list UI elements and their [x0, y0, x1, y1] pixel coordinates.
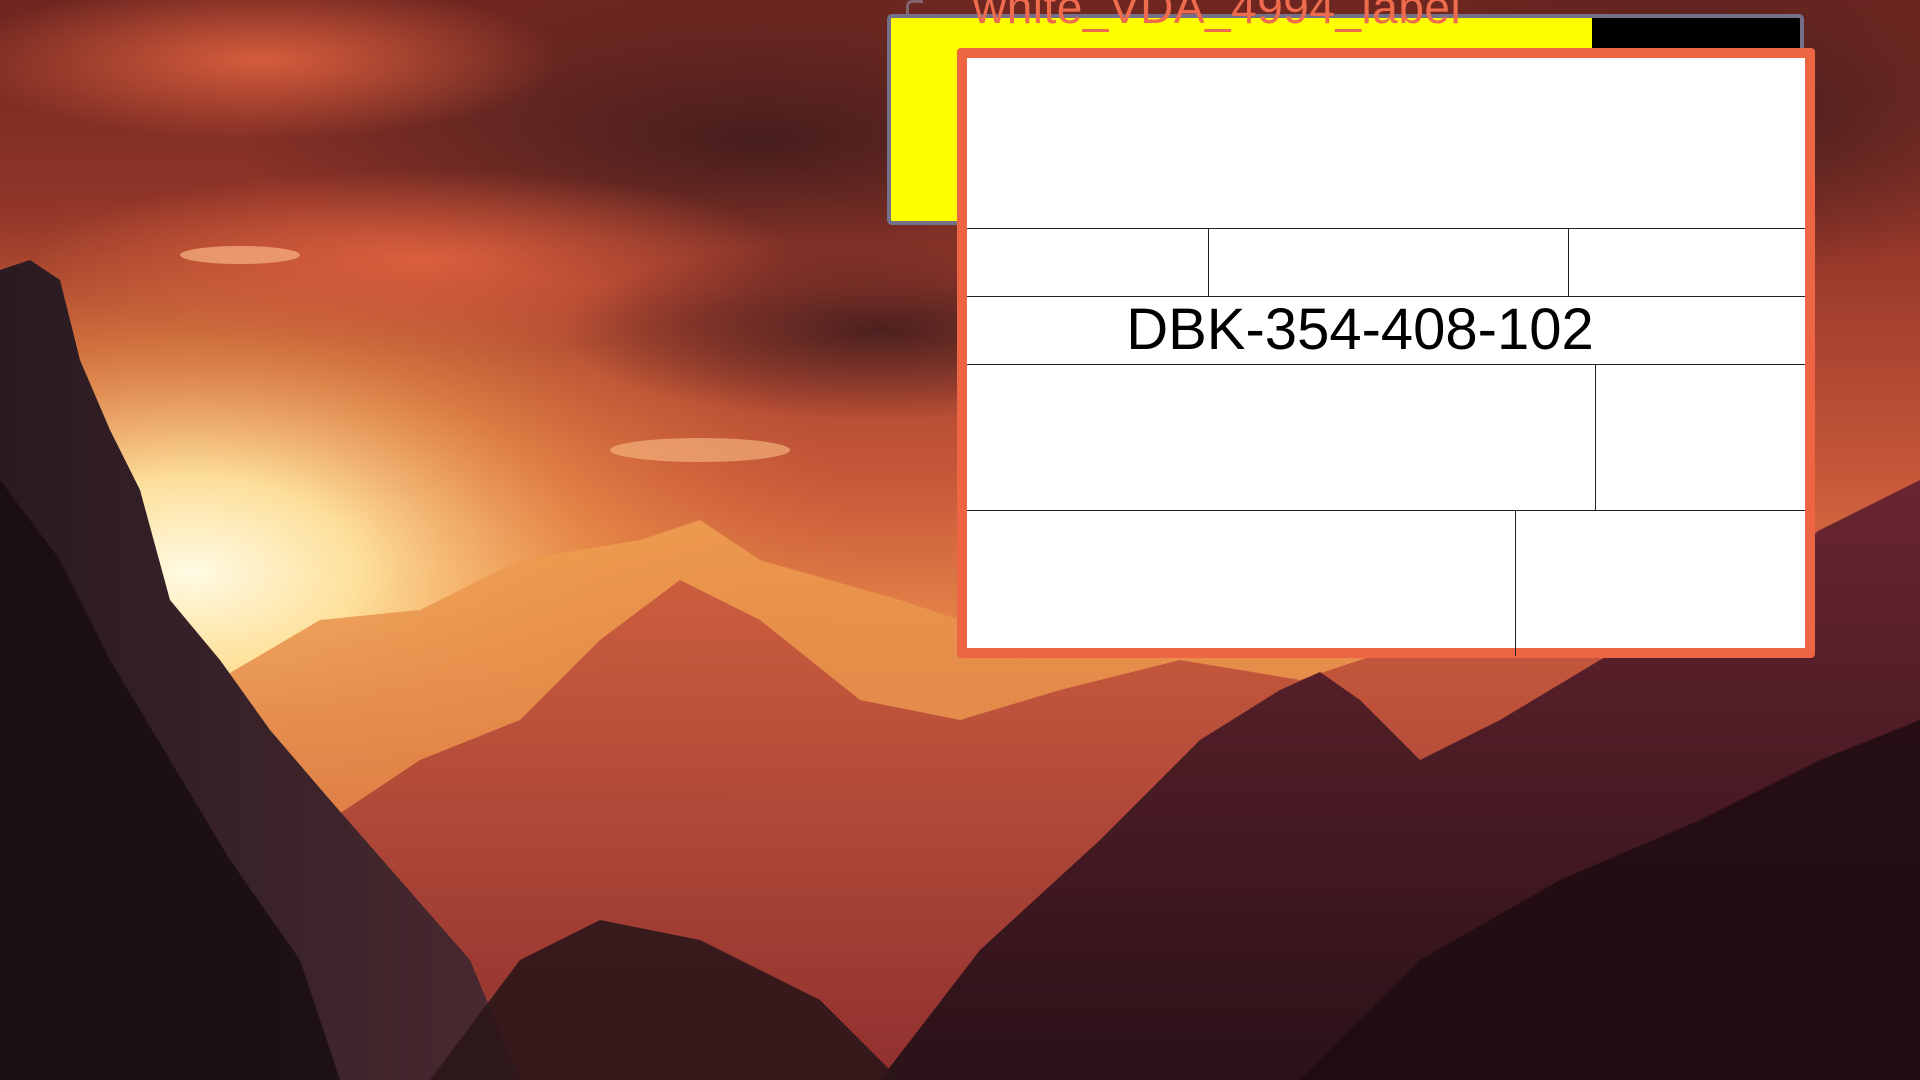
back-window-dark-strip	[1592, 18, 1800, 52]
label-rule	[967, 510, 1805, 511]
label-divider	[1568, 228, 1569, 296]
vda-label-card: DBK-354-408-102	[967, 58, 1805, 656]
back-window-title: white_VDA_4994_label	[973, 0, 1462, 33]
label-divider	[1595, 364, 1596, 510]
label-divider	[1208, 228, 1209, 296]
label-id-text: DBK-354-408-102	[1126, 297, 1594, 362]
label-rule	[967, 228, 1805, 229]
label-window[interactable]: DBK-354-408-102	[957, 48, 1815, 658]
label-rule	[967, 364, 1805, 365]
label-divider	[1515, 510, 1516, 656]
